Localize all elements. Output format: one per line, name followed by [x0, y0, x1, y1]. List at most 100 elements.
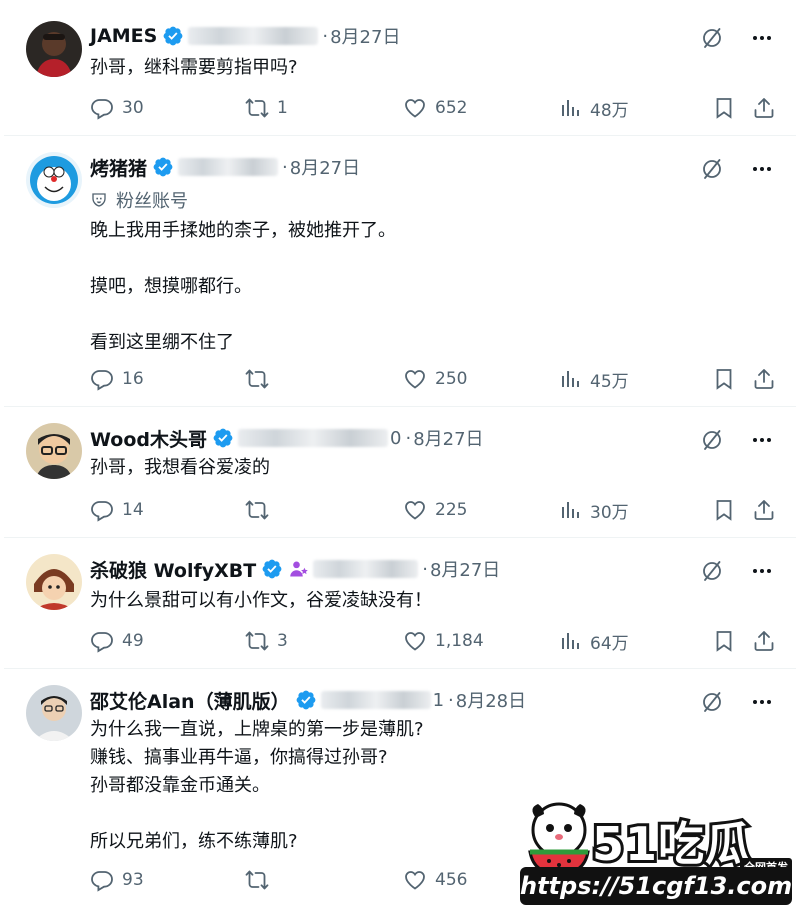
heart-icon	[403, 868, 427, 892]
grok-icon[interactable]	[700, 690, 724, 714]
tweet-header: 邵艾伦Alan（薄肌版） 1 · 8月28日	[90, 686, 526, 714]
avatar[interactable]	[26, 685, 82, 741]
reply-count: 14	[122, 500, 144, 520]
like-button[interactable]: 1,184	[403, 629, 484, 653]
view-count: 45万	[590, 371, 629, 392]
share-icon	[752, 629, 776, 653]
grok-icon[interactable]	[700, 157, 724, 181]
share-button[interactable]	[752, 367, 784, 391]
handle-redacted	[313, 560, 419, 578]
heart-icon	[403, 96, 427, 120]
tweet-top-actions	[700, 157, 774, 181]
display-name[interactable]: 杀破狼 WolfyXBT	[90, 556, 256, 583]
display-name[interactable]: 烤猪猪	[90, 154, 147, 181]
retweet-button[interactable]	[245, 498, 277, 522]
grok-icon[interactable]	[700, 26, 724, 50]
reply-button[interactable]: 49	[90, 629, 144, 653]
like-button[interactable]: 225	[403, 498, 467, 522]
share-icon	[752, 498, 776, 522]
verified-icon	[212, 427, 234, 449]
display-name[interactable]: 邵艾伦Alan（薄肌版）	[90, 687, 290, 714]
tweet-date[interactable]: 8月27日	[290, 154, 360, 180]
like-button[interactable]: 652	[403, 96, 467, 120]
more-icon[interactable]	[750, 157, 774, 181]
handle-redacted	[188, 27, 319, 45]
more-icon[interactable]	[750, 559, 774, 583]
tweet-text: 为什么景甜可以有小作文，谷爱凌缺没有！	[90, 590, 432, 611]
views-icon	[558, 96, 582, 120]
tweet-date[interactable]: 8月27日	[430, 556, 500, 582]
verified-icon	[162, 25, 184, 47]
share-button[interactable]	[752, 96, 784, 120]
retweet-icon	[245, 868, 269, 892]
tweet[interactable]: 烤猪猪 · 8月27日 粉丝账号 晚上我用手揉她的柰子，被她推开了。 摸吧，想摸…	[4, 137, 796, 407]
avatar[interactable]	[26, 152, 82, 208]
views-button[interactable]: 45万	[558, 367, 629, 392]
display-name[interactable]: Wood木头哥	[90, 425, 207, 452]
like-count: 225	[435, 500, 468, 520]
verified-icon	[152, 156, 174, 178]
retweet-button[interactable]	[245, 367, 277, 391]
avatar[interactable]	[26, 21, 82, 77]
tweet-date[interactable]: 8月27日	[413, 425, 483, 451]
more-icon[interactable]	[750, 26, 774, 50]
reply-count: 93	[122, 870, 144, 890]
views-button[interactable]: 48万	[558, 96, 629, 121]
bookmark-icon	[712, 96, 736, 120]
views-button[interactable]: 64万	[558, 629, 629, 654]
like-button[interactable]: 250	[403, 367, 467, 391]
reply-button[interactable]: 30	[90, 96, 144, 120]
bookmark-button[interactable]	[712, 629, 744, 653]
retweet-count: 1	[277, 98, 288, 118]
avatar[interactable]	[26, 423, 82, 479]
view-count: 30万	[590, 502, 629, 523]
tweet[interactable]: 杀破狼 WolfyXBT · 8月27日 为什么景甜可以有小作文，谷爱凌缺没有！…	[4, 539, 796, 669]
tweet[interactable]: JAMES · 8月27日 孙哥，继科需要剪指甲吗? 30 1 652 48万	[4, 6, 796, 136]
share-button[interactable]	[752, 629, 784, 653]
reply-button[interactable]: 16	[90, 367, 144, 391]
like-count: 250	[435, 369, 468, 389]
reply-icon	[90, 498, 114, 522]
views-icon	[558, 629, 582, 653]
separator-dot: ·	[405, 427, 412, 449]
reply-count: 16	[122, 369, 144, 389]
mask-icon	[90, 191, 108, 209]
retweet-icon	[245, 96, 269, 120]
tweet-date[interactable]: 8月28日	[456, 687, 526, 713]
retweet-button[interactable]	[245, 868, 277, 892]
bookmark-button[interactable]	[712, 498, 744, 522]
retweet-icon	[245, 498, 269, 522]
tweet-actions: 16 250 45万	[90, 365, 774, 393]
reply-button[interactable]: 14	[90, 498, 144, 522]
verified-icon	[295, 689, 317, 711]
views-button[interactable]: 30万	[558, 498, 629, 523]
reply-count: 30	[122, 98, 144, 118]
like-button[interactable]: 456	[403, 868, 467, 892]
tweet-header: 烤猪猪 · 8月27日	[90, 153, 360, 181]
tweet-date[interactable]: 8月27日	[330, 23, 400, 49]
display-name[interactable]: JAMES	[90, 25, 157, 47]
more-icon[interactable]	[750, 690, 774, 714]
tweet[interactable]: Wood木头哥 0 · 8月27日 孙哥，我想看谷爱凌的 14 225 30万	[4, 408, 796, 538]
tweet-actions: 30 1 652 48万	[90, 94, 774, 122]
reply-button[interactable]: 93	[90, 868, 144, 892]
tweet-header: JAMES · 8月27日	[90, 22, 400, 50]
watermark-url: https://51cgf13.com	[520, 867, 792, 905]
share-icon	[752, 96, 776, 120]
retweet-button[interactable]: 1	[245, 96, 288, 120]
share-button[interactable]	[752, 498, 784, 522]
bookmark-icon	[712, 367, 736, 391]
bookmark-icon	[712, 629, 736, 653]
bookmark-button[interactable]	[712, 367, 744, 391]
bookmark-button[interactable]	[712, 96, 744, 120]
tweet-top-actions	[700, 690, 774, 714]
tweet-text: 孙哥，我想看谷爱凌的	[90, 457, 270, 478]
site-watermark: 51吃瓜 全网首发 https://51cgf13.com	[520, 800, 800, 911]
grok-icon[interactable]	[700, 559, 724, 583]
view-count: 48万	[590, 100, 629, 121]
retweet-button[interactable]: 3	[245, 629, 288, 653]
more-icon[interactable]	[750, 428, 774, 452]
reply-icon	[90, 96, 114, 120]
grok-icon[interactable]	[700, 428, 724, 452]
avatar[interactable]	[26, 554, 82, 610]
